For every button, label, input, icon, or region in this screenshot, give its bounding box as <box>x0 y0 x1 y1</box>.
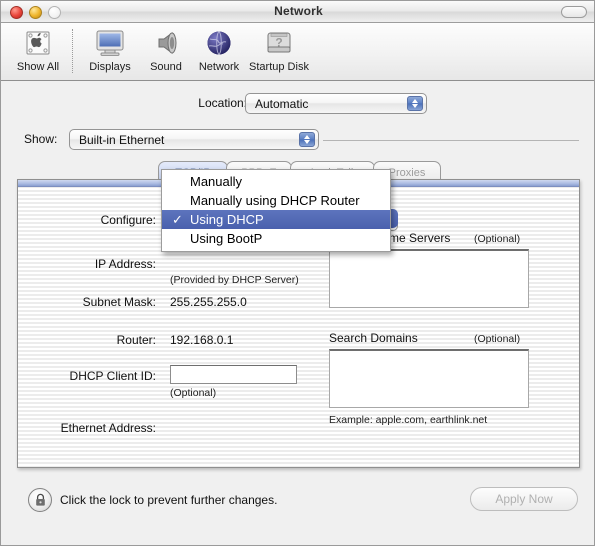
chevron-updown-icon <box>299 132 315 147</box>
location-label: Location: <box>198 96 247 110</box>
show-popup-value: Built-in Ethernet <box>79 132 165 147</box>
toolbar-item-show-all[interactable]: Show All <box>1 26 75 73</box>
apply-now-label: Apply Now <box>495 492 553 506</box>
show-all-icon <box>1 26 75 60</box>
menu-item-label: Using DHCP <box>190 212 264 227</box>
location-popup-button[interactable]: Automatic <box>245 93 427 114</box>
search-domains-title: Search Domains <box>329 331 418 345</box>
show-divider-rule <box>323 140 579 141</box>
title-bar: Network <box>1 1 594 23</box>
menu-item-label: Using BootP <box>190 231 263 246</box>
bottom-bar: Click the lock to prevent further change… <box>1 481 594 545</box>
router-label: Router: <box>116 333 156 347</box>
menu-item-using-bootp[interactable]: Using BootP <box>162 229 390 248</box>
ip-address-hint: (Provided by DHCP Server) <box>170 274 299 286</box>
startup-disk-icon: ? <box>237 26 321 60</box>
show-label: Show: <box>24 132 58 146</box>
menu-item-manually-using-dhcp-router[interactable]: Manually using DHCP Router <box>162 191 390 210</box>
lock-hint-text: Click the lock to prevent further change… <box>60 493 278 507</box>
configure-label: Configure: <box>100 213 156 227</box>
svg-text:?: ? <box>275 36 282 50</box>
search-domains-textarea[interactable] <box>329 349 529 408</box>
ethernet-address-label: Ethernet Address: <box>60 421 156 435</box>
dns-optional-label: (Optional) <box>474 233 521 245</box>
tab-label: Proxies <box>388 166 426 179</box>
menu-item-label: Manually <box>190 174 243 189</box>
apply-now-button[interactable]: Apply Now <box>470 487 578 511</box>
show-row: Show: Built-in Ethernet <box>1 129 594 151</box>
dns-servers-textarea[interactable] <box>329 249 529 308</box>
location-popup-value: Automatic <box>255 96 309 111</box>
search-domains-optional-label: (Optional) <box>474 333 521 345</box>
ip-address-label: IP Address: <box>94 257 156 271</box>
window-title: Network <box>274 4 323 18</box>
subnet-mask-label: Subnet Mask: <box>82 295 156 309</box>
menu-item-using-dhcp[interactable]: ✓ Using DHCP <box>162 210 390 229</box>
menu-item-label: Manually using DHCP Router <box>190 193 360 208</box>
dhcp-client-id-input[interactable] <box>170 365 297 384</box>
chevron-updown-icon <box>407 96 423 111</box>
toolbar-item-label: Show All <box>16 61 60 73</box>
network-preferences-window: Network Show All Displays Sound Network … <box>0 0 595 546</box>
router-value: 192.168.0.1 <box>170 333 234 347</box>
location-row: Location: Automatic <box>1 93 594 115</box>
show-popup-button[interactable]: Built-in Ethernet <box>69 129 319 150</box>
search-domains-example: Example: apple.com, earthlink.net <box>329 414 488 426</box>
popup-button-highlight-bulge <box>390 209 398 228</box>
lock-closed-icon[interactable] <box>28 488 52 512</box>
toolbar-toggle-button[interactable] <box>561 6 587 18</box>
dhcp-client-id-label: DHCP Client ID: <box>69 369 156 383</box>
subnet-mask-value: 255.255.255.0 <box>170 295 247 309</box>
dhcp-client-id-hint: (Optional) <box>170 387 217 399</box>
toolbar-item-label: Startup Disk <box>249 61 309 73</box>
preferences-toolbar: Show All Displays Sound Network ? Startu… <box>1 23 594 81</box>
toolbar-item-startup-disk[interactable]: ? Startup Disk <box>237 26 321 73</box>
configure-dropdown-menu[interactable]: Manually Manually using DHCP Router ✓ Us… <box>161 169 391 252</box>
menu-item-manually[interactable]: Manually <box>162 172 390 191</box>
preferences-body: Location: Automatic Show: Built-in Ether… <box>1 81 594 545</box>
checkmark-icon: ✓ <box>172 212 183 227</box>
